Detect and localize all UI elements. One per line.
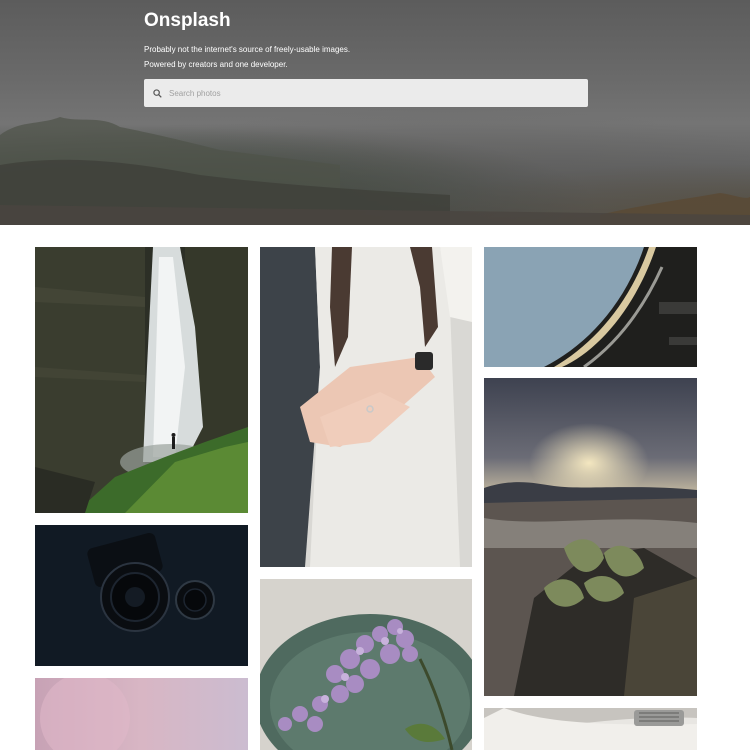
hero-treeline-image [0, 117, 750, 225]
search-bar[interactable] [144, 79, 588, 107]
photo-car-detail[interactable] [484, 708, 697, 750]
photo-holding-hands[interactable] [260, 247, 472, 567]
pink-blur-image [35, 678, 248, 750]
app-title[interactable]: Onsplash [144, 10, 231, 32]
photo-camera-lens[interactable] [35, 525, 248, 666]
photo-pink-blur[interactable] [35, 678, 248, 750]
sunset-landscape-image [484, 378, 697, 696]
photo-lilac-bowl[interactable] [260, 579, 472, 750]
search-icon [153, 88, 162, 98]
hero-header: Onsplash Probably not the internet's sou… [0, 0, 750, 225]
holding-hands-image [260, 247, 472, 567]
car-detail-image [484, 708, 697, 750]
photo-building-curve[interactable] [484, 247, 697, 367]
lilac-bowl-image [260, 579, 472, 750]
photo-waterfall[interactable] [35, 247, 248, 513]
waterfall-image [35, 247, 248, 513]
search-input[interactable] [169, 88, 569, 98]
building-curve-image [484, 247, 697, 367]
tagline-line-1: Probably not the internet's source of fr… [144, 45, 351, 54]
tagline-line-2: Powered by creators and one developer. [144, 60, 288, 69]
camera-lens-image [35, 525, 248, 666]
photo-sunset-landscape[interactable] [484, 378, 697, 696]
